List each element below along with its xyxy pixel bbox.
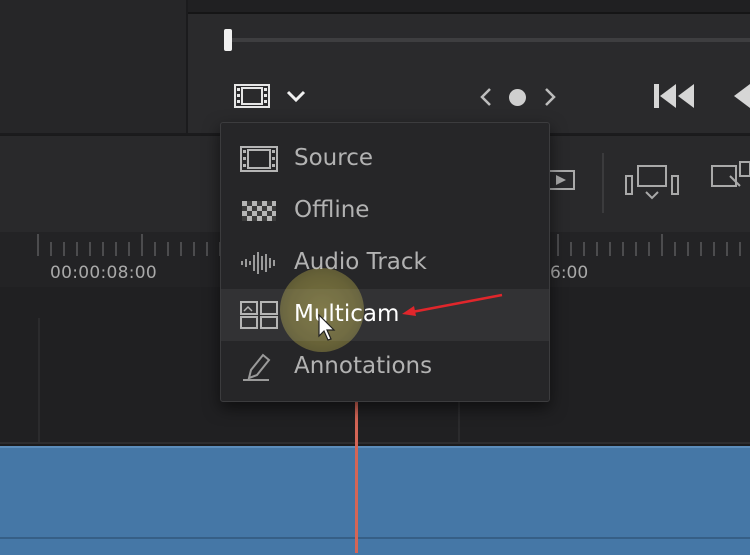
ruler-timecode: 00:00:08:00: [50, 263, 158, 283]
clip-view-dropdown: Source Offline Audio Track Annotations: [220, 122, 550, 402]
menu-item-annotations[interactable]: Annotations: [221, 341, 549, 393]
menu-item-offline[interactable]: Offline: [221, 185, 549, 237]
dot-icon[interactable]: [509, 89, 526, 106]
grid-line: [38, 318, 40, 444]
chevron-left-icon[interactable]: [477, 86, 495, 108]
film-strip-icon: [239, 144, 279, 174]
pen-icon: [239, 352, 279, 382]
checkerboard-icon: [239, 196, 279, 226]
menu-item-source[interactable]: Source: [221, 133, 549, 185]
play-reverse-icon[interactable]: [730, 82, 750, 110]
multicam-grid-icon: [239, 300, 279, 330]
menu-item-label: Offline: [294, 197, 370, 223]
left-panel: [0, 0, 186, 133]
clip-divider: [0, 537, 750, 539]
timeline-playhead[interactable]: [355, 398, 358, 553]
film-strip-icon[interactable]: [234, 84, 270, 108]
menu-item-label: Annotations: [294, 353, 433, 379]
viewer-top-bar: [188, 0, 750, 14]
viewer-scrubber[interactable]: [226, 38, 750, 42]
chevron-down-icon[interactable]: [285, 86, 307, 106]
menu-item-audio-track[interactable]: Audio Track: [221, 237, 549, 289]
track-divider: [0, 442, 750, 444]
overwrite-icon[interactable]: [710, 158, 750, 202]
replace-clip-icon[interactable]: [546, 163, 578, 199]
fit-to-fill-icon[interactable]: [624, 160, 684, 204]
viewer-panel: [188, 14, 750, 133]
menu-item-label: Source: [294, 145, 373, 171]
toolbar-divider: [602, 153, 604, 213]
scrubber-playhead-handle[interactable]: [224, 29, 232, 51]
chevron-right-icon[interactable]: [541, 86, 559, 108]
waveform-icon: [239, 248, 279, 278]
ruler-timecode: 6:00: [550, 263, 589, 283]
annotation-arrow: [398, 292, 504, 318]
mouse-cursor-icon: [318, 313, 338, 342]
skip-to-start-icon[interactable]: [652, 82, 698, 110]
